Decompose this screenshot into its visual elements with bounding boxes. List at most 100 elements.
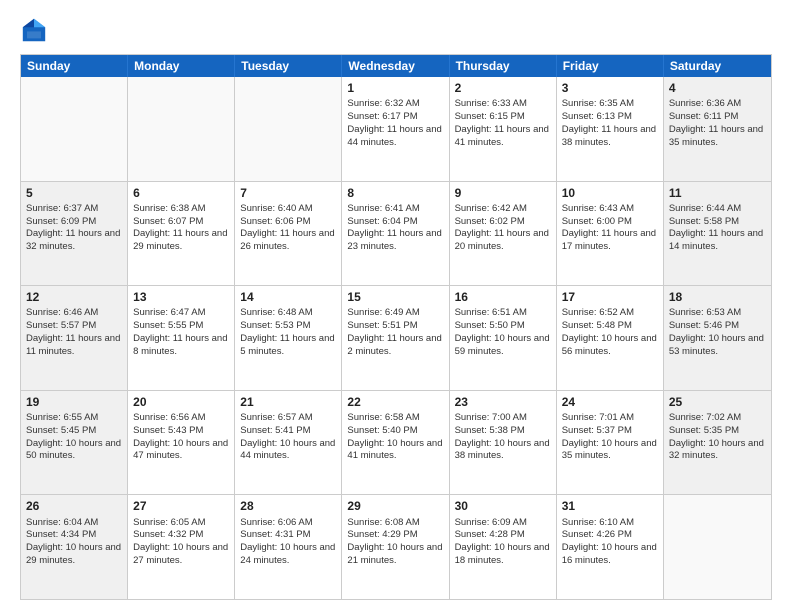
- daylight-text: Daylight: 11 hours and 26 minutes.: [240, 228, 334, 252]
- sunrise-text: Sunrise: 6:35 AM: [562, 98, 634, 109]
- sunset-text: Sunset: 5:57 PM: [26, 320, 96, 331]
- daylight-text: Daylight: 11 hours and 11 minutes.: [26, 333, 120, 357]
- sunset-text: Sunset: 4:32 PM: [133, 529, 203, 540]
- day-number: 20: [133, 394, 229, 410]
- sunset-text: Sunset: 4:34 PM: [26, 529, 96, 540]
- sunrise-text: Sunrise: 6:43 AM: [562, 203, 634, 214]
- sunrise-text: Sunrise: 6:41 AM: [347, 203, 419, 214]
- calendar-cell: 14Sunrise: 6:48 AMSunset: 5:53 PMDayligh…: [235, 286, 342, 390]
- calendar-cell: 15Sunrise: 6:49 AMSunset: 5:51 PMDayligh…: [342, 286, 449, 390]
- calendar: SundayMondayTuesdayWednesdayThursdayFrid…: [20, 54, 772, 600]
- day-number: 12: [26, 289, 122, 305]
- calendar-cell: 28 Sunrise: 6:06 AMSunset: 4:31 PM Dayligh…: [235, 495, 342, 599]
- sunrise-text: Sunrise: 6:32 AM: [347, 98, 419, 109]
- calendar-cell: 24Sunrise: 7:01 AMSunset: 5:37 PMDayligh…: [557, 391, 664, 495]
- calendar-cell: 25Sunrise: 7:02 AMSunset: 5:35 PMDayligh…: [664, 391, 771, 495]
- daylight-text: Daylight: 11 hours and 41 minutes.: [455, 124, 549, 148]
- calendar-cell: [21, 77, 128, 181]
- sunset-text: Sunset: 5:48 PM: [562, 320, 632, 331]
- daylight-text: Daylight: 10 hours and 59 minutes.: [455, 333, 550, 357]
- daylight-text: Daylight: 10 hours and 41 minutes.: [347, 438, 442, 462]
- daylight-text: Daylight: 10 hours and 32 minutes.: [669, 438, 764, 462]
- calendar-cell: 2Sunrise: 6:33 AMSunset: 6:15 PMDaylight…: [450, 77, 557, 181]
- sunrise-text: Sunrise: 6:33 AM: [455, 98, 527, 109]
- day-number: 28: [240, 498, 336, 514]
- day-number: 24: [562, 394, 658, 410]
- day-number: 13: [133, 289, 229, 305]
- daylight-text: Daylight: 10 hours and 29 minutes.: [26, 542, 121, 566]
- sunset-text: Sunset: 4:28 PM: [455, 529, 525, 540]
- calendar-cell: 22Sunrise: 6:58 AMSunset: 5:40 PMDayligh…: [342, 391, 449, 495]
- header: [20, 16, 772, 44]
- day-number: 7: [240, 185, 336, 201]
- sunrise-text: Sunrise: 6:52 AM: [562, 307, 634, 318]
- calendar-cell: 20Sunrise: 6:56 AMSunset: 5:43 PMDayligh…: [128, 391, 235, 495]
- calendar-cell: 10Sunrise: 6:43 AMSunset: 6:00 PMDayligh…: [557, 182, 664, 286]
- day-number: 3: [562, 80, 658, 96]
- day-number: 19: [26, 394, 122, 410]
- daylight-text: Daylight: 10 hours and 53 minutes.: [669, 333, 764, 357]
- daylight-text: Daylight: 10 hours and 50 minutes.: [26, 438, 121, 462]
- daylight-text: Daylight: 10 hours and 18 minutes.: [455, 542, 550, 566]
- sunrise-text: Sunrise: 6:40 AM: [240, 203, 312, 214]
- sunrise-text: Sunrise: 6:04 AM: [26, 517, 98, 528]
- sunrise-text: Sunrise: 6:44 AM: [669, 203, 741, 214]
- sunset-text: Sunset: 5:53 PM: [240, 320, 310, 331]
- calendar-cell: 21Sunrise: 6:57 AMSunset: 5:41 PMDayligh…: [235, 391, 342, 495]
- day-number: 23: [455, 394, 551, 410]
- weekday-header: Saturday: [664, 55, 771, 77]
- calendar-cell: 17Sunrise: 6:52 AMSunset: 5:48 PMDayligh…: [557, 286, 664, 390]
- sunset-text: Sunset: 5:45 PM: [26, 425, 96, 436]
- daylight-text: Daylight: 11 hours and 44 minutes.: [347, 124, 441, 148]
- daylight-text: Daylight: 10 hours and 24 minutes.: [240, 542, 335, 566]
- calendar-cell: 27Sunrise: 6:05 AMSunset: 4:32 PMDayligh…: [128, 495, 235, 599]
- sunset-text: Sunset: 5:41 PM: [240, 425, 310, 436]
- page: SundayMondayTuesdayWednesdayThursdayFrid…: [0, 0, 792, 612]
- sunset-text: Sunset: 5:38 PM: [455, 425, 525, 436]
- sunset-text: Sunset: 5:35 PM: [669, 425, 739, 436]
- calendar-cell: 19Sunrise: 6:55 AMSunset: 5:45 PMDayligh…: [21, 391, 128, 495]
- daylight-text: Daylight: 11 hours and 29 minutes.: [133, 228, 227, 252]
- daylight-text: Daylight: 10 hours and 56 minutes.: [562, 333, 657, 357]
- day-number: 6: [133, 185, 229, 201]
- sunrise-text: Sunrise: 6:38 AM: [133, 203, 205, 214]
- sunrise-text: Sunrise: 6:08 AM: [347, 517, 419, 528]
- calendar-cell: 23 Sunrise: 7:00 AM Sunset: 5:38 PM Dayligh…: [450, 391, 557, 495]
- daylight-text: Daylight: 11 hours and 14 minutes.: [669, 228, 763, 252]
- day-number: 15: [347, 289, 443, 305]
- sunrise-text: Sunrise: 7:00 AM: [455, 412, 527, 423]
- sunset-text: Sunset: 4:31 PM: [240, 529, 310, 540]
- calendar-cell: [128, 77, 235, 181]
- sunset-text: Sunset: 5:43 PM: [133, 425, 203, 436]
- sunset-text: Sunset: 6:11 PM: [669, 111, 739, 122]
- calendar-cell: 7Sunrise: 6:40 AMSunset: 6:06 PMDaylight…: [235, 182, 342, 286]
- calendar-cell: 3Sunrise: 6:35 AMSunset: 6:13 PMDaylight…: [557, 77, 664, 181]
- sunrise-text: Sunrise: 6:06 AM: [240, 517, 312, 528]
- weekday-header: Sunday: [21, 55, 128, 77]
- calendar-cell: 13Sunrise: 6:47 AMSunset: 5:55 PMDayligh…: [128, 286, 235, 390]
- calendar-cell: 29Sunrise: 6:08 AMSunset: 4:29 PMDayligh…: [342, 495, 449, 599]
- calendar-cell: 26 Sunrise: 6:04 AMSunset: 4:34 PM Dayligh…: [21, 495, 128, 599]
- day-number: 16: [455, 289, 551, 305]
- day-number: 8: [347, 185, 443, 201]
- calendar-row: 5Sunrise: 6:37 AMSunset: 6:09 PMDaylight…: [21, 181, 771, 286]
- daylight-text: Daylight: 11 hours and 23 minutes.: [347, 228, 441, 252]
- day-number: 27: [133, 498, 229, 514]
- day-number: 31: [562, 498, 658, 514]
- day-number: 26: [26, 498, 122, 514]
- sunrise-text: Sunrise: 6:57 AM: [240, 412, 312, 423]
- daylight-text: Daylight: 10 hours and 38 minutes.: [455, 438, 550, 462]
- sunset-text: Sunset: 5:50 PM: [455, 320, 525, 331]
- day-number: 4: [669, 80, 766, 96]
- day-number: 1: [347, 80, 443, 96]
- sunset-text: Sunset: 5:40 PM: [347, 425, 417, 436]
- sunrise-text: Sunrise: 6:58 AM: [347, 412, 419, 423]
- calendar-cell: [235, 77, 342, 181]
- calendar-cell: 9Sunrise: 6:42 AMSunset: 6:02 PMDaylight…: [450, 182, 557, 286]
- calendar-header: SundayMondayTuesdayWednesdayThursdayFrid…: [21, 55, 771, 77]
- calendar-cell: 30Sunrise: 6:09 AMSunset: 4:28 PMDayligh…: [450, 495, 557, 599]
- calendar-row: 12Sunrise: 6:46 AMSunset: 5:57 PMDayligh…: [21, 285, 771, 390]
- daylight-text: Daylight: 11 hours and 2 minutes.: [347, 333, 441, 357]
- daylight-text: Daylight: 11 hours and 17 minutes.: [562, 228, 656, 252]
- sunrise-text: Sunrise: 6:42 AM: [455, 203, 527, 214]
